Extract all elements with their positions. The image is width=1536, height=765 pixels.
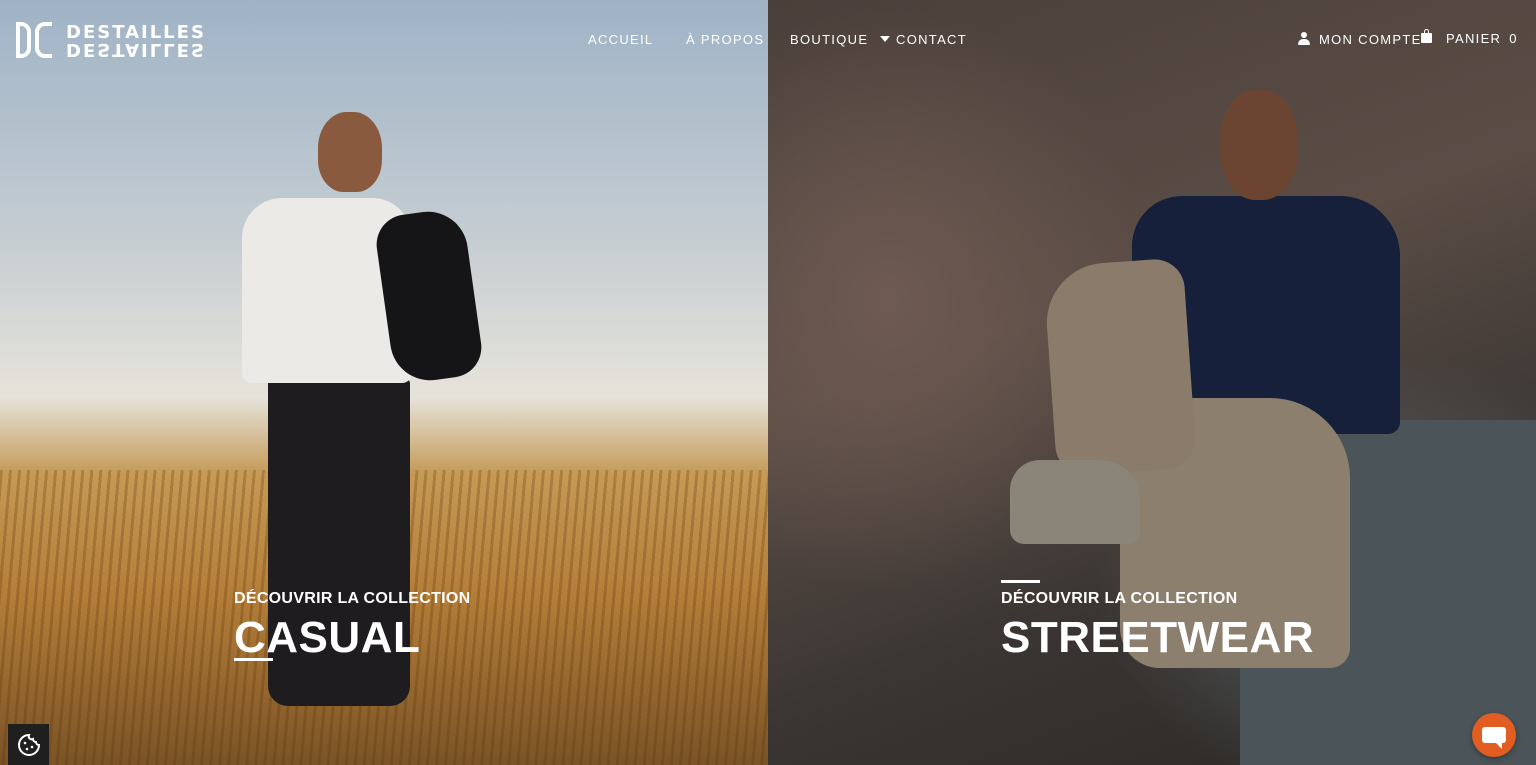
cart-label: PANIER — [1446, 31, 1502, 46]
cookie-settings-button[interactable] — [8, 724, 49, 765]
nav-item-contact[interactable]: CONTACT — [896, 32, 967, 47]
cookie-icon — [17, 733, 40, 756]
model-knee — [1042, 257, 1198, 477]
model-sneaker — [1010, 460, 1140, 544]
brand-logo[interactable]: DESTAILLES DESTAILLES — [16, 22, 206, 60]
nav-item-boutique[interactable]: BOUTIQUE — [790, 32, 891, 47]
nav-item-accueil[interactable]: ACCUEIL — [588, 32, 653, 47]
cart-count: 0 — [1509, 31, 1518, 46]
chat-button[interactable] — [1472, 713, 1516, 757]
model-head-right — [1220, 90, 1298, 200]
cart-link[interactable]: PANIER 0 — [1421, 28, 1518, 46]
collection-title-streetwear: STREETWEAR — [1001, 613, 1314, 662]
logo-text-mirrored: DESTAILLES — [66, 39, 206, 60]
shopping-bag-icon — [1421, 28, 1432, 43]
chat-icon — [1482, 727, 1506, 749]
collection-caption-casual[interactable]: DÉCOUVRIR LA COLLECTION CASUAL — [234, 590, 471, 662]
logo-mark-icon — [16, 22, 52, 60]
collection-caption-streetwear[interactable]: DÉCOUVRIR LA COLLECTION STREETWEAR — [1001, 590, 1314, 662]
collection-kicker-streetwear: DÉCOUVRIR LA COLLECTION — [1001, 590, 1238, 607]
accent-line — [234, 658, 273, 661]
logo-wordmark: DESTAILLES DESTAILLES — [66, 24, 206, 61]
user-icon — [1298, 32, 1310, 46]
model-head — [318, 112, 382, 192]
account-link[interactable]: MON COMPTE — [1298, 32, 1422, 47]
nav-item-boutique-label: BOUTIQUE — [790, 32, 869, 47]
accent-line-streetwear — [1001, 580, 1040, 583]
account-label: MON COMPTE — [1319, 32, 1422, 47]
nav-item-a-propos[interactable]: À PROPOS — [686, 32, 764, 47]
collection-title: CASUAL — [234, 613, 421, 662]
collection-kicker: DÉCOUVRIR LA COLLECTION — [234, 590, 471, 607]
chevron-down-icon[interactable] — [880, 35, 891, 42]
